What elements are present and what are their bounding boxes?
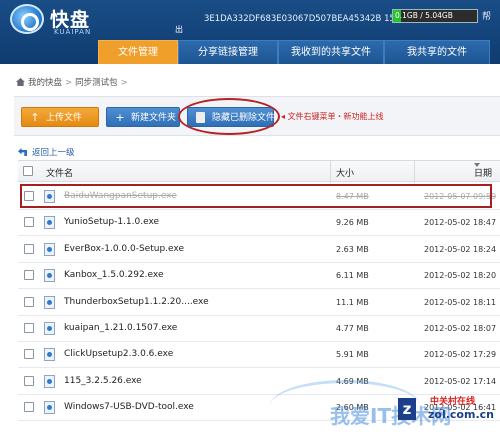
sort-desc-icon[interactable] xyxy=(474,163,480,167)
file-name[interactable]: 115_3.2.5.26.exe xyxy=(64,376,142,386)
file-date: 2012-05-02 18:20 xyxy=(424,271,497,280)
zol-logo-line1: 中关村在线 xyxy=(430,397,476,407)
new-folder-button[interactable]: + 新建文件夹 xyxy=(106,107,180,127)
row-checkbox[interactable] xyxy=(24,270,34,280)
annotation-text: ◂ 文件右键菜单・新功能上线 xyxy=(281,112,384,121)
file-size: 11.1 MB xyxy=(336,298,369,307)
kuaipan-logo[interactable]: 快盘 KUAIPAN xyxy=(6,4,166,38)
breadcrumb-root[interactable]: 我的快盘 xyxy=(28,78,62,88)
zol-logo-line2: zol.com.cn xyxy=(428,408,494,421)
file-name[interactable]: Windows7-USB-DVD-tool.exe xyxy=(64,402,194,412)
file-date: 2012-05-02 18:11 xyxy=(424,298,497,307)
exe-file-icon xyxy=(44,375,55,388)
deleted-row-highlight xyxy=(20,184,492,208)
file-date: 2012-05-02 18:24 xyxy=(424,245,497,254)
file-name[interactable]: ThunderboxSetup1.1.2.20....exe xyxy=(64,297,209,307)
file-size: 5.91 MB xyxy=(336,350,369,359)
back-arrow-icon xyxy=(18,148,27,156)
back-link[interactable]: 返回上一级 xyxy=(18,146,75,158)
file-row[interactable]: kuaipan_1.21.0.1507.exe 4.77 MB 2012-05-02… xyxy=(18,315,500,342)
file-date: 2012-05-02 18:47 xyxy=(424,218,497,227)
exe-file-icon xyxy=(44,269,55,282)
row-checkbox[interactable] xyxy=(24,297,34,307)
account-id: 3E1DA332DF683E03067D507BEA45342B xyxy=(204,14,382,24)
column-name[interactable]: 文件名 xyxy=(46,166,73,179)
tab-my-shares[interactable]: 我共享的文件 xyxy=(384,40,490,64)
file-size: 2.63 MB xyxy=(336,245,369,254)
exe-file-icon xyxy=(44,243,55,256)
file-table-header: 文件名 大小 日期 xyxy=(18,160,500,183)
exe-file-icon xyxy=(44,296,55,309)
file-name[interactable]: ClickUpsetup2.3.0.6.exe xyxy=(64,349,173,359)
file-row[interactable]: ClickUpsetup2.3.0.6.exe 5.91 MB 2012-05-02… xyxy=(18,341,500,368)
quota-text: 0.1GB / 5.04GB xyxy=(395,11,453,20)
highlight-circle xyxy=(178,98,280,135)
column-divider[interactable] xyxy=(330,161,331,183)
main-nav: 文件管理 分享链接管理 我收到的共享文件 我共享的文件 xyxy=(0,38,500,64)
upload-button[interactable]: ↑ 上传文件 xyxy=(21,107,99,127)
select-all-checkbox[interactable] xyxy=(23,166,33,176)
file-row[interactable]: YunioSetup-1.1.0.exe 9.26 MB 2012-05-02 18… xyxy=(18,209,500,236)
breadcrumb-separator: > xyxy=(65,78,73,88)
file-size: 4.77 MB xyxy=(336,324,369,333)
exe-file-icon xyxy=(44,401,55,414)
file-name[interactable]: Kanbox_1.5.0.292.exe xyxy=(64,270,164,280)
file-name[interactable]: YunioSetup-1.1.0.exe xyxy=(64,217,159,227)
file-name[interactable]: kuaipan_1.21.0.1507.exe xyxy=(64,323,177,333)
breadcrumb-current: 同步测试包 xyxy=(75,78,118,88)
file-row[interactable]: 115_3.2.5.26.exe 4.69 MB 2012-05-02 17:14 xyxy=(18,368,500,395)
row-checkbox[interactable] xyxy=(24,376,34,386)
tab-file-management[interactable]: 文件管理 xyxy=(98,40,178,64)
upload-label: 上传文件 xyxy=(46,113,83,123)
file-size: 6.11 MB xyxy=(336,271,369,280)
file-name[interactable]: EverBox-1.0.0.0-Setup.exe xyxy=(64,244,184,254)
column-size[interactable]: 大小 xyxy=(336,166,354,179)
file-date: 2012-05-02 18:07 xyxy=(424,324,497,333)
file-row[interactable]: EverBox-1.0.0.0-Setup.exe 2.63 MB 2012-05-… xyxy=(18,236,500,263)
tab-share-links[interactable]: 分享链接管理 xyxy=(178,40,278,64)
storage-quota-bar: 0.1GB / 5.04GB xyxy=(392,9,478,23)
logo-subtitle: KUAIPAN xyxy=(54,28,92,36)
row-checkbox[interactable] xyxy=(24,402,34,412)
home-icon xyxy=(16,78,25,86)
logo-mark-icon xyxy=(10,4,44,34)
back-label: 返回上一级 xyxy=(32,148,75,158)
row-checkbox[interactable] xyxy=(24,217,34,227)
row-checkbox[interactable] xyxy=(24,244,34,254)
file-date: 2012-05-02 17:29 xyxy=(424,350,497,359)
new-folder-label: 新建文件夹 xyxy=(131,113,177,123)
file-row[interactable]: Kanbox_1.5.0.292.exe 6.11 MB 2012-05-02 18… xyxy=(18,262,500,289)
column-divider[interactable] xyxy=(414,161,415,183)
breadcrumb: 我的快盘 > 同步测试包 > xyxy=(16,76,131,88)
zol-logo: 中关村在线 zol.com.cn xyxy=(418,392,498,430)
annotation-label: 文件右键菜单・新功能上线 xyxy=(287,112,384,121)
upload-icon: ↑ xyxy=(30,111,40,124)
exe-file-icon xyxy=(44,216,55,229)
breadcrumb-separator-end: > xyxy=(120,78,128,88)
exe-file-icon xyxy=(44,322,55,335)
column-date[interactable]: 日期 xyxy=(474,166,492,179)
account-info: 3E1DA332DF683E03067D507BEA45342B 15积分 xyxy=(204,12,412,24)
help-link[interactable]: 帮 xyxy=(482,9,491,22)
file-row[interactable]: ThunderboxSetup1.1.2.20....exe 11.1 MB 201… xyxy=(18,289,500,316)
file-size: 9.26 MB xyxy=(336,218,369,227)
row-checkbox[interactable] xyxy=(24,323,34,333)
exe-file-icon xyxy=(44,348,55,361)
file-date: 2012-05-02 17:14 xyxy=(424,377,497,386)
row-checkbox[interactable] xyxy=(24,349,34,359)
plus-icon: + xyxy=(115,111,125,124)
tab-received-shares[interactable]: 我收到的共享文件 xyxy=(278,40,384,64)
header-caption: 出 xyxy=(175,25,183,34)
zol-logo-mark: z xyxy=(398,398,416,420)
